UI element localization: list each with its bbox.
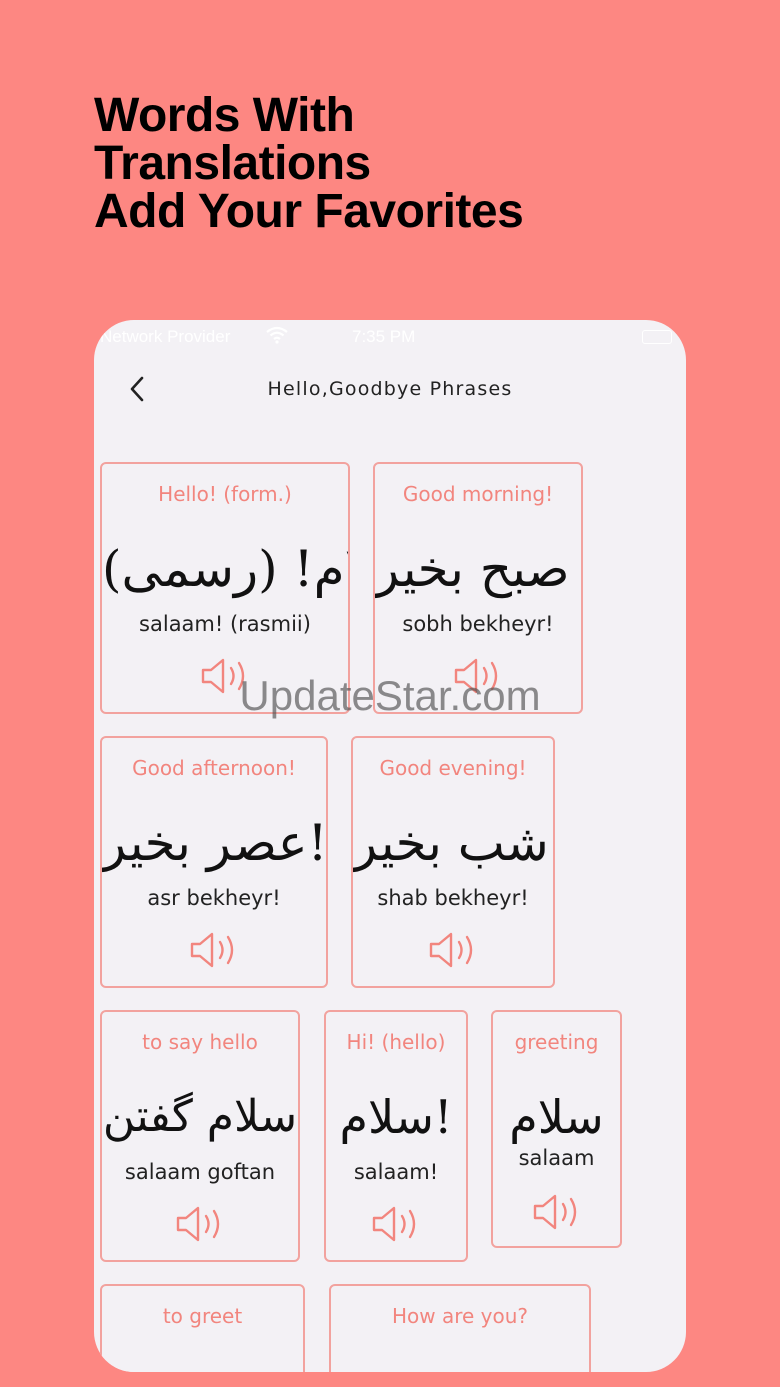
phrase-transliteration: asr bekheyr! bbox=[147, 886, 281, 910]
phrase-english: to say hello bbox=[142, 1030, 258, 1054]
headline-line-2: Translations bbox=[94, 137, 371, 190]
phrase-transliteration: sobh bekheyr! bbox=[402, 612, 554, 636]
nav-bar: Hello,Goodbye Phrases bbox=[94, 360, 686, 418]
phrase-transliteration: salaam goftan bbox=[124, 1160, 276, 1184]
phrase-card-hi-hello[interactable]: Hi! (hello) سلام! salaam! bbox=[324, 1010, 468, 1262]
speaker-icon[interactable] bbox=[370, 1204, 422, 1244]
phrase-persian: شب بخیر! bbox=[353, 814, 553, 872]
speaker-icon[interactable] bbox=[174, 1204, 226, 1244]
status-time: 7:35 PM bbox=[352, 327, 416, 346]
phrase-english: Good afternoon! bbox=[132, 756, 296, 780]
phrase-card-good-morning[interactable]: Good morning! صبح بخیر ! sobh bekheyr! bbox=[373, 462, 583, 714]
status-bar: Network Provider 7:35 PM bbox=[94, 320, 686, 354]
phrase-english: Hello! (form.) bbox=[158, 482, 292, 506]
phrase-transliteration: shab bekheyr! bbox=[377, 886, 529, 910]
phrase-transliteration: salaam! bbox=[353, 1160, 439, 1184]
phrase-english: Good evening! bbox=[379, 756, 527, 780]
phrase-persian: عصر بخیر! bbox=[102, 814, 328, 872]
phrase-card-greeting[interactable]: greeting سلام salaam bbox=[491, 1010, 622, 1248]
speaker-icon[interactable] bbox=[188, 930, 240, 970]
phrase-persian: صبح بخیر ! bbox=[375, 540, 581, 598]
page-title: Hello,Goodbye Phrases bbox=[267, 378, 513, 400]
phrase-card-good-evening[interactable]: Good evening! شب بخیر! shab bekheyr! bbox=[351, 736, 555, 988]
speaker-icon[interactable] bbox=[452, 656, 504, 696]
phrase-english: to greet bbox=[162, 1304, 243, 1328]
speaker-icon[interactable] bbox=[531, 1192, 583, 1232]
phrase-card-how-are-you[interactable]: How are you? bbox=[329, 1284, 591, 1372]
phrase-english: Hi! (hello) bbox=[346, 1030, 446, 1054]
phrase-persian: سلام! (رسمی) bbox=[102, 540, 348, 598]
phrase-card-hello-formal[interactable]: Hello! (form.) سلام! (رسمی) salaam! (ras… bbox=[100, 462, 350, 714]
phrase-card-to-greet[interactable]: to greet bbox=[100, 1284, 305, 1372]
phrase-english: greeting bbox=[514, 1030, 599, 1054]
phrase-english: Good morning! bbox=[402, 482, 554, 506]
phrase-transliteration: salaam! (rasmii) bbox=[139, 612, 311, 636]
speaker-icon[interactable] bbox=[427, 930, 479, 970]
phrase-card-good-afternoon[interactable]: Good afternoon! عصر بخیر! asr bekheyr! bbox=[100, 736, 328, 988]
phrase-english: How are you? bbox=[391, 1304, 529, 1328]
phrase-persian: سلام گفتن bbox=[102, 1091, 298, 1142]
battery-icon bbox=[642, 330, 672, 344]
phrase-persian: سلام bbox=[509, 1090, 604, 1144]
phrase-persian: سلام! bbox=[339, 1090, 453, 1144]
speaker-icon[interactable] bbox=[199, 656, 251, 696]
wifi-icon bbox=[266, 326, 288, 344]
carrier-label: Network Provider bbox=[100, 327, 231, 346]
phone-screen: Network Provider 7:35 PM Hello,Goodbye P… bbox=[94, 320, 686, 1372]
phrase-card-to-say-hello[interactable]: to say hello سلام گفتن salaam goftan bbox=[100, 1010, 300, 1262]
phrase-transliteration: salaam bbox=[518, 1146, 595, 1170]
headline-line-3: Add Your Favorites bbox=[94, 185, 524, 238]
headline-line-1: Words With bbox=[94, 89, 355, 142]
headline: Words With Translations Add Your Favorit… bbox=[94, 92, 734, 236]
